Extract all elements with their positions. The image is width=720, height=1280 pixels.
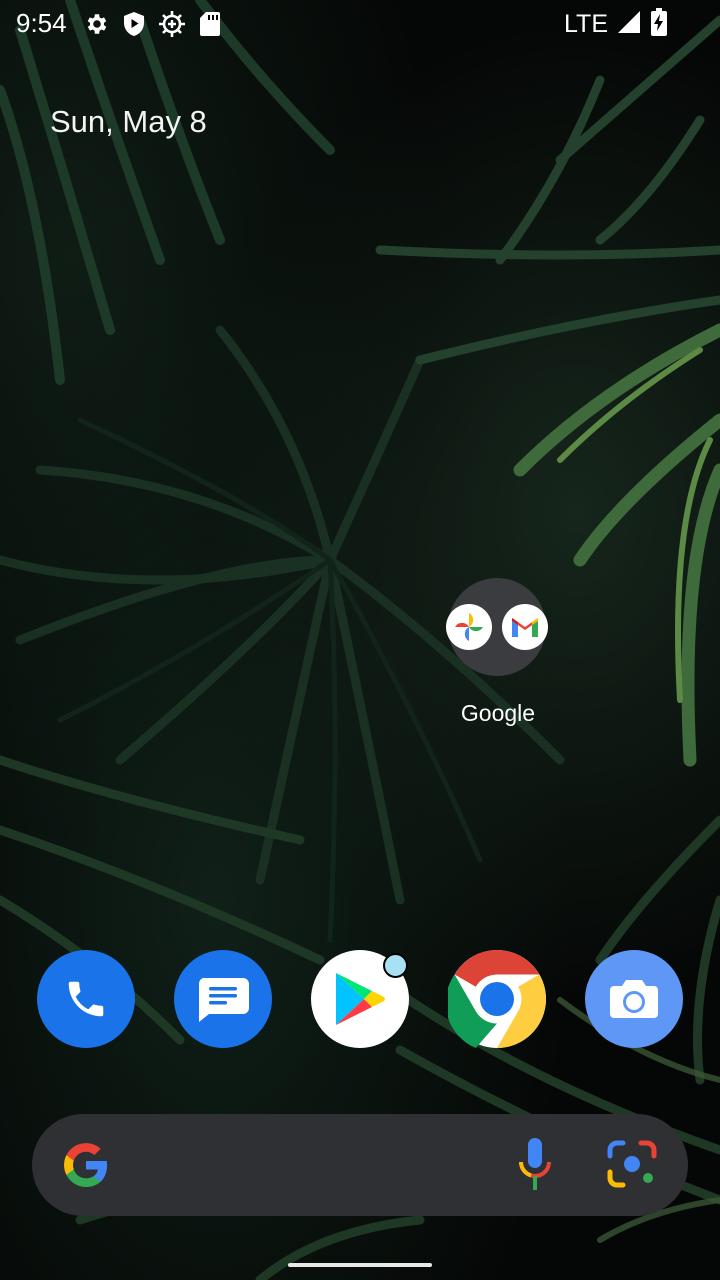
network-type-label: LTE bbox=[564, 10, 608, 38]
chrome-app-icon[interactable] bbox=[448, 950, 546, 1048]
notification-dot bbox=[383, 953, 408, 978]
status-system-icons: LTE bbox=[564, 8, 668, 41]
status-bar: 9:54 LTE bbox=[0, 0, 720, 48]
play-store-icon bbox=[336, 973, 385, 1025]
phone-icon bbox=[68, 981, 104, 1017]
chrome-icon bbox=[448, 950, 546, 1048]
status-notification-icons bbox=[84, 10, 222, 43]
google-search-bar[interactable] bbox=[32, 1114, 688, 1216]
camera-app-icon[interactable] bbox=[585, 950, 683, 1048]
camera-icon bbox=[610, 980, 658, 1018]
google-folder[interactable] bbox=[446, 578, 548, 678]
gmail-icon bbox=[502, 604, 548, 650]
messages-app-icon[interactable] bbox=[174, 950, 272, 1048]
signal-icon bbox=[616, 9, 642, 40]
google-g-icon bbox=[62, 1141, 110, 1194]
folder-label: Google bbox=[460, 700, 536, 726]
sd-card-icon bbox=[198, 11, 222, 42]
home-gesture-bar[interactable] bbox=[288, 1263, 432, 1267]
mic-icon[interactable] bbox=[516, 1136, 554, 1199]
google-lens-icon[interactable] bbox=[606, 1140, 658, 1195]
sun-gear-icon bbox=[158, 10, 186, 43]
date-widget[interactable]: Sun, May 8 bbox=[50, 104, 207, 140]
message-bubble-icon bbox=[198, 978, 249, 1022]
status-time: 9:54 bbox=[16, 8, 67, 38]
settings-gear-icon bbox=[84, 11, 110, 42]
google-photos-icon bbox=[446, 604, 492, 650]
phone-app-icon[interactable] bbox=[37, 950, 135, 1048]
battery-charging-icon bbox=[650, 8, 668, 41]
shield-play-icon bbox=[122, 11, 146, 42]
wallpaper bbox=[0, 0, 720, 1280]
palm-leaves-illustration bbox=[0, 0, 720, 1280]
